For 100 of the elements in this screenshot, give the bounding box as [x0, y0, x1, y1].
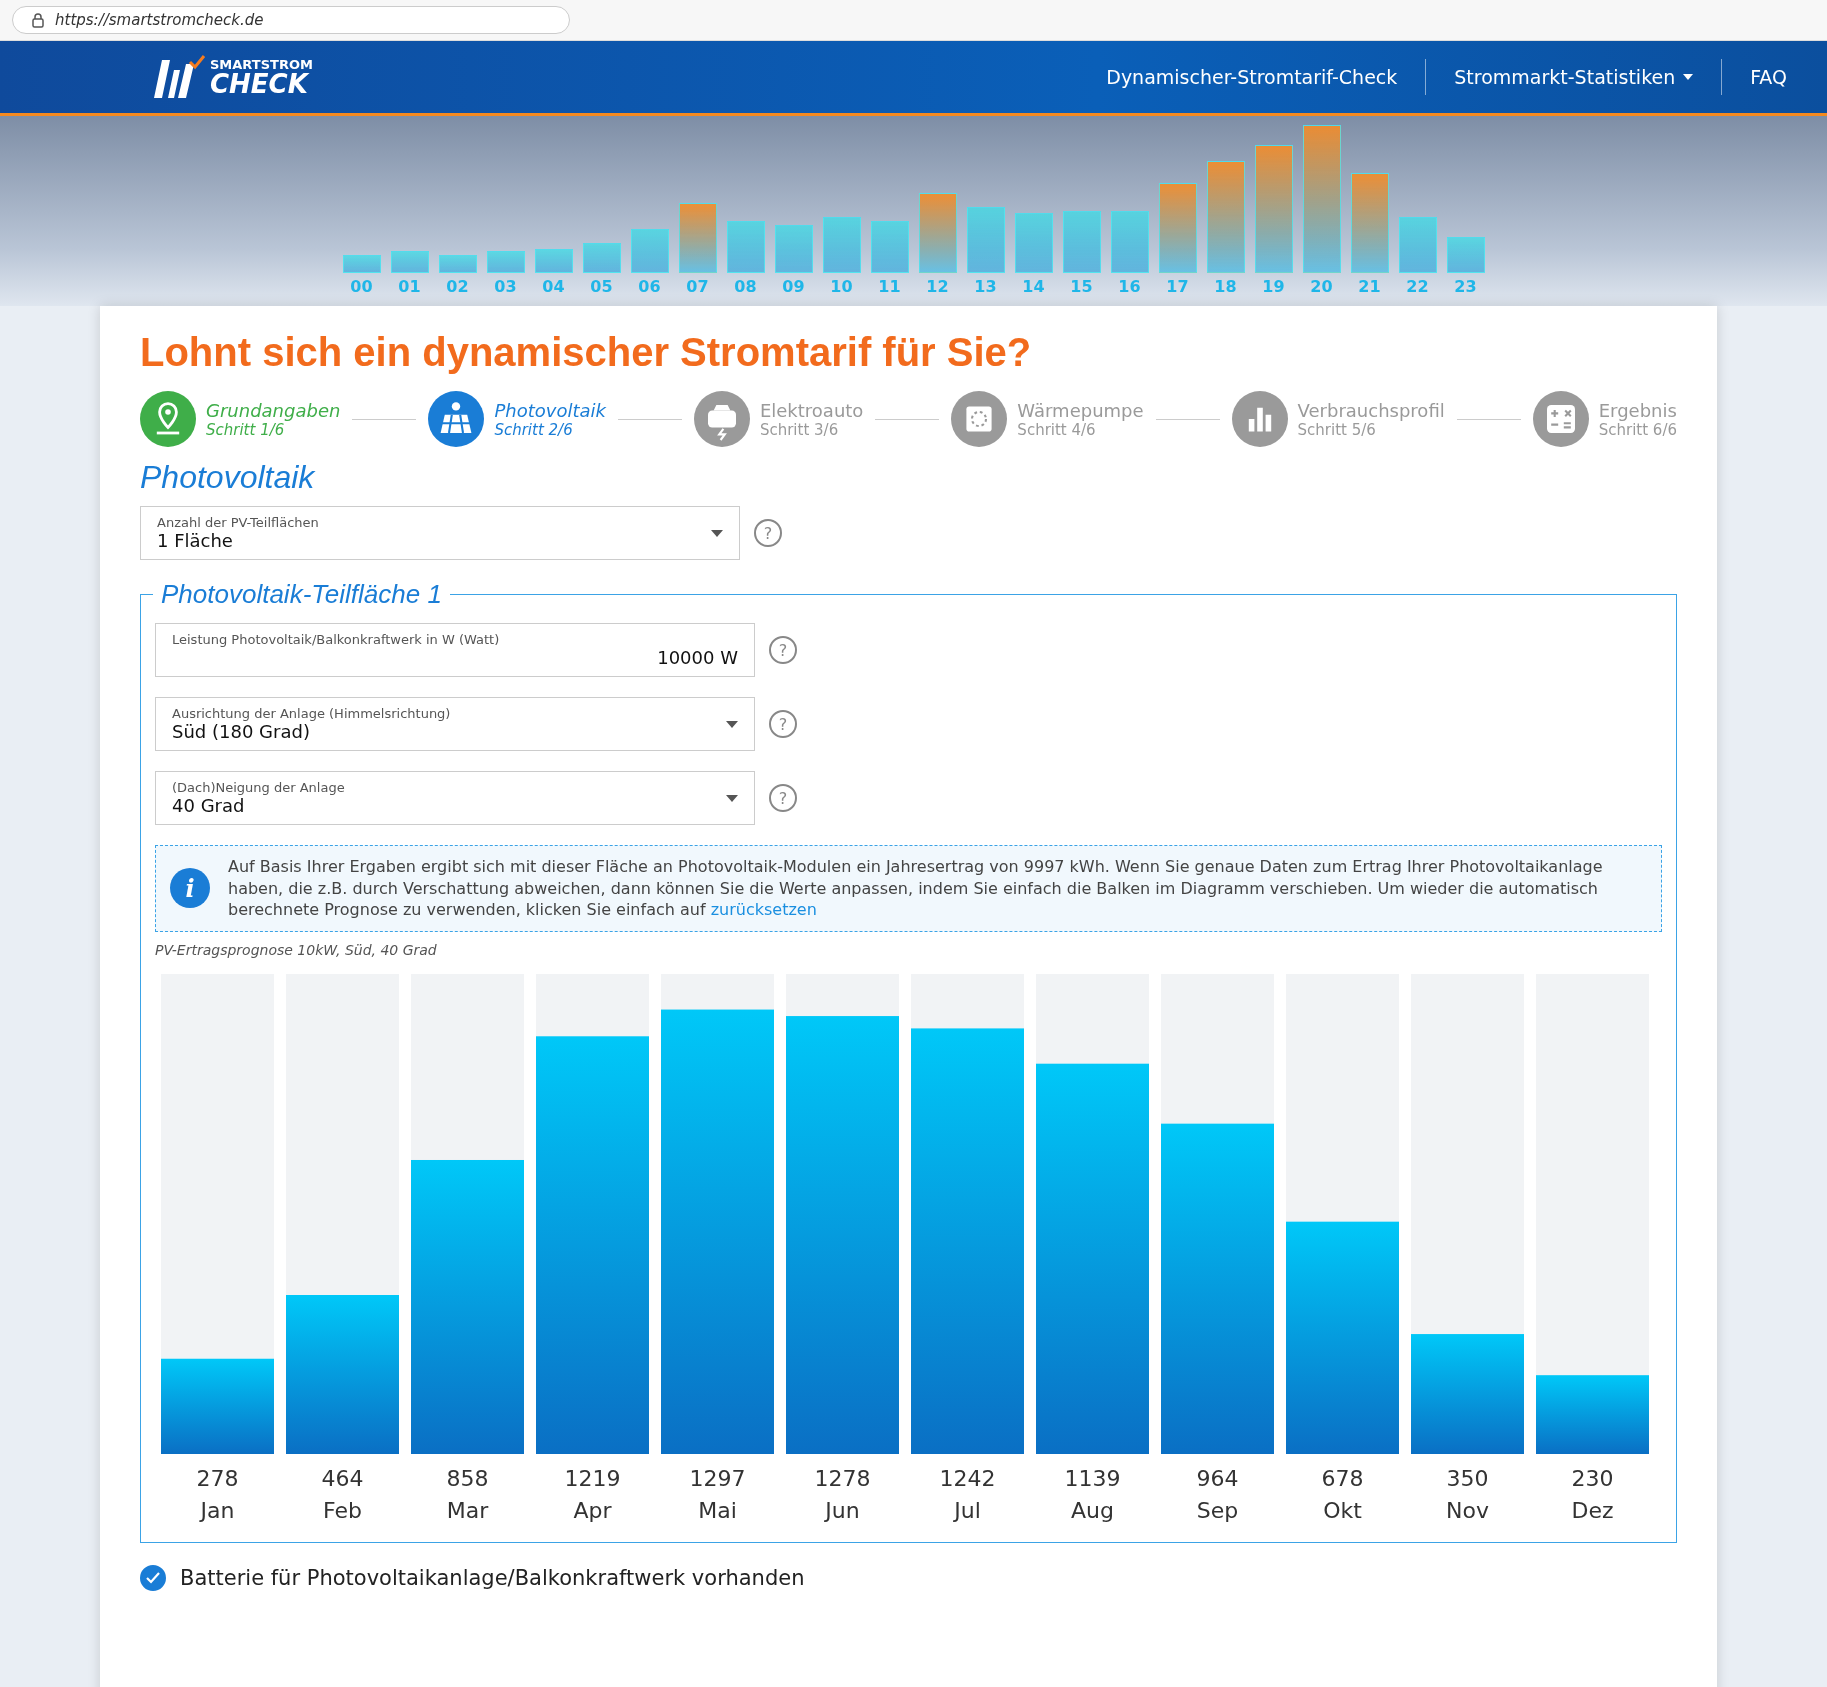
hour-bar [966, 207, 1005, 273]
month-label: Apr [573, 1497, 612, 1523]
hour-bar [534, 249, 573, 273]
value-label: 964 [1196, 1465, 1239, 1491]
bar[interactable] [536, 1036, 649, 1454]
help-icon[interactable]: ? [754, 519, 782, 547]
bar[interactable] [286, 1294, 399, 1454]
select-field[interactable]: (Dach)Neigung der Anlage 40 Grad [155, 771, 755, 825]
help-icon[interactable]: ? [769, 636, 797, 664]
step-item[interactable]: Ergebnis Schritt 6/6 [1532, 391, 1677, 447]
nav-link[interactable]: FAQ [1750, 66, 1787, 88]
hour-label: 06 [638, 277, 661, 296]
logo-text: SMARTSTROM [210, 57, 313, 71]
hour-label: 03 [494, 277, 517, 296]
value-label: 858 [446, 1465, 489, 1491]
value-label: 1219 [564, 1465, 621, 1491]
hour-label: 00 [350, 277, 373, 296]
step-item[interactable]: Photovoltaik Schritt 2/6 [428, 391, 606, 447]
reset-link[interactable]: zurücksetzen [710, 900, 817, 920]
value-label: 278 [196, 1465, 239, 1491]
bar[interactable] [161, 1358, 274, 1454]
select-field[interactable]: Ausrichtung der Anlage (Himmelsrichtung) Süd (180 Grad) [155, 697, 755, 751]
hour-label: 21 [1358, 277, 1381, 296]
hour-label: 23 [1454, 277, 1477, 296]
bar[interactable] [1536, 1374, 1649, 1454]
value-label: 230 [1571, 1465, 1614, 1491]
hour-label: 13 [974, 277, 997, 296]
value-label: 1242 [939, 1465, 996, 1491]
select-field[interactable]: Anzahl der PV-Teilflächen 1 Fläche [140, 506, 740, 560]
step-item[interactable]: Grundangaben Schritt 1/6 [140, 391, 341, 447]
lock-icon [31, 12, 45, 28]
page-title: Lohnt sich ein dynamischer Stromtarif für Sie? [140, 330, 1033, 375]
hour-label: 11 [878, 277, 901, 296]
month-label: Mai [698, 1497, 737, 1523]
input-field[interactable]: Leistung Photovoltaik/Balkonkraftwerk in W (Watt) 10000 W [155, 623, 755, 677]
help-icon[interactable]: ? [769, 710, 797, 738]
bar[interactable] [911, 1028, 1024, 1454]
hour-bar [1062, 211, 1101, 273]
bar[interactable] [1411, 1333, 1524, 1454]
hour-label: 12 [926, 277, 949, 296]
hour-label: 16 [1118, 277, 1141, 296]
nav-link[interactable]: Dynamischer-Stromtarif-Check [1106, 66, 1398, 88]
hour-label: 14 [1022, 277, 1045, 296]
chart-title: PV-Ertragsprognose 10kW, Süd, 40 Grad [155, 941, 438, 958]
value-label: 1297 [689, 1465, 746, 1491]
month-label: Okt [1323, 1497, 1362, 1523]
dropdown-caret-icon [711, 529, 723, 537]
value-label: 678 [1321, 1465, 1364, 1491]
logo-text: CHECK [210, 70, 309, 97]
help-icon[interactable]: ? [769, 784, 797, 812]
bar[interactable] [1286, 1221, 1399, 1454]
hour-bar [390, 251, 429, 273]
info-text: Auf Basis Ihrer Ergaben ergibt sich mit dieser Fläche an Photovoltaik-Modulen ein Jahresertrag von 9997 kWh. Wenn Sie genaue Daten zum Ertrag Ihrer Photovoltaikanlage haben, die z.B. durch Verschattung abweichen, dann können Sie die Werte anpassen, indem Sie einfach die Balken im Diagramm verschieben. Um wieder die automatisch berechnete Prognose zu verwenden, klicken Sie einfach auf zurücksetzen [228, 856, 1604, 921]
month-label: Dez [1571, 1497, 1614, 1523]
dropdown-caret-icon [726, 720, 738, 728]
bar[interactable] [411, 1159, 524, 1454]
hour-bar [678, 203, 717, 273]
step-item[interactable]: Elektroauto Schritt 3/6 [693, 391, 864, 447]
step-icon [951, 391, 1008, 447]
month-label: Feb [323, 1497, 362, 1523]
hour-label: 17 [1166, 277, 1189, 296]
month-label: Nov [1446, 1497, 1489, 1523]
hour-label: 08 [734, 277, 757, 296]
hour-label: 04 [542, 277, 565, 296]
hour-label: 19 [1262, 277, 1285, 296]
hour-bar [774, 225, 813, 273]
bar[interactable] [1036, 1063, 1149, 1454]
section-title: Photovoltaik [140, 459, 316, 496]
value-label: 464 [321, 1465, 364, 1491]
month-label: Mar [446, 1497, 489, 1523]
step-item[interactable]: Wärmepumpe Schritt 4/6 [951, 391, 1144, 447]
hour-bar [486, 251, 525, 273]
hour-bar [342, 255, 381, 273]
step-item[interactable]: Verbrauchsprofil Schritt 5/6 [1231, 391, 1445, 447]
hour-label: 20 [1310, 277, 1333, 296]
nav-link[interactable]: Strommarkt-Statistiken [1454, 66, 1694, 88]
step-icon [140, 391, 196, 447]
bar[interactable] [661, 1009, 774, 1454]
address-bar[interactable]: https://smartstromcheck.de [12, 6, 570, 34]
checkbox[interactable] [140, 1564, 166, 1591]
hour-bar [1110, 211, 1149, 273]
hour-bar [582, 243, 621, 273]
month-label: Jul [954, 1497, 981, 1523]
step-icon [428, 391, 485, 447]
step-icon [1231, 391, 1288, 447]
hour-bar [630, 229, 669, 273]
hour-label: 10 [830, 277, 853, 296]
bar[interactable] [786, 1015, 899, 1454]
month-label: Sep [1196, 1497, 1239, 1523]
hour-bar [438, 255, 477, 273]
hour-label: 02 [446, 277, 469, 296]
hour-bar [1446, 237, 1485, 273]
hour-label: 22 [1406, 277, 1429, 296]
hour-bar [726, 221, 765, 273]
bar[interactable] [1161, 1123, 1274, 1454]
value-label: 1139 [1064, 1465, 1121, 1491]
hour-bar [1014, 213, 1053, 273]
checkmark-icon [146, 1571, 160, 1584]
hour-label: 01 [398, 277, 421, 296]
month-label: Aug [1071, 1497, 1114, 1523]
